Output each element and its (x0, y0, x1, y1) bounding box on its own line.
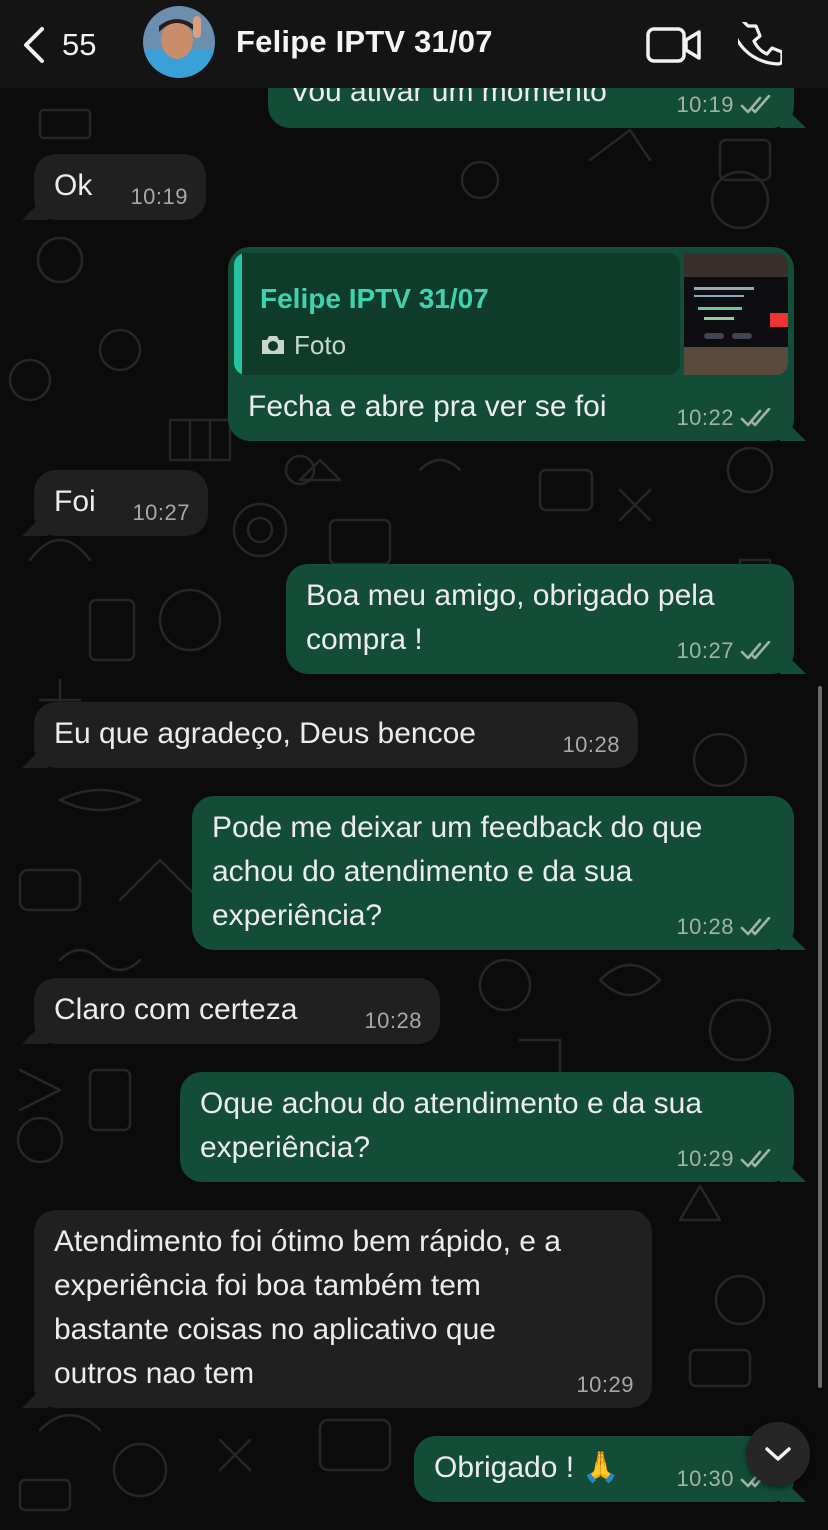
video-camera-icon (646, 27, 701, 63)
double-check-icon (740, 641, 771, 660)
message-incoming[interactable]: Foi 10:27 (34, 470, 208, 536)
message-incoming[interactable]: Ok 10:19 (34, 154, 206, 220)
double-check-icon (740, 95, 771, 114)
message-outgoing[interactable]: Obrigado ! 🙏 10:30 (414, 1436, 794, 1502)
back-button[interactable]: 55 (20, 22, 96, 68)
message-text: Fecha e abre pra ver se foi (248, 390, 607, 423)
unread-count: 55 (62, 27, 97, 62)
message-time: 10:19 (130, 184, 188, 209)
message-meta: 10:28 (562, 732, 620, 758)
avatar[interactable] (143, 6, 215, 78)
camera-icon (262, 336, 284, 354)
message-meta: 10:19 (130, 184, 188, 210)
reply-photo-thumbnail (684, 253, 788, 375)
chat-header: 55 Felipe IPTV 31/07 (0, 0, 828, 88)
double-check-icon (740, 917, 771, 936)
message-text: Ok (54, 169, 93, 202)
message-incoming[interactable]: Eu que agradeço, Deus bencoe 10:28 (34, 702, 638, 768)
message-meta: 10:29 (576, 1372, 634, 1398)
message-incoming[interactable]: Atendimento foi ótimo bem rápido, e a ex… (34, 1210, 652, 1408)
chevron-down-icon (765, 1447, 791, 1461)
reply-accent-bar (234, 253, 242, 375)
message-text: Claro com certeza (54, 993, 298, 1026)
message-outgoing[interactable]: Boa meu amigo, obrigado pela compra ! 10… (286, 564, 794, 674)
reply-quote[interactable]: Felipe IPTV 31/07 Foto (234, 253, 680, 375)
message-meta: 10:22 (676, 405, 772, 431)
message-text: Boa meu amigo, obrigado pela compra ! (306, 579, 715, 656)
message-time: 10:28 (676, 914, 734, 939)
reply-kind-label: Foto (294, 330, 347, 360)
message-text: Obrigado ! 🙏 (434, 1451, 620, 1484)
double-check-icon (740, 1149, 771, 1168)
message-time: 10:22 (676, 405, 734, 430)
scrollbar[interactable] (818, 686, 822, 1388)
message-text: Eu que agradeço, Deus bencoe (54, 717, 476, 750)
message-text: Atendimento foi ótimo bem rápido, e a ex… (54, 1225, 561, 1390)
message-outgoing[interactable]: Oque achou do atendimento e da sua exper… (180, 1072, 794, 1182)
chevron-left-icon (24, 27, 44, 63)
message-text: Pode me deixar um feedback do que achou … (212, 811, 703, 932)
message-text: Foi (54, 485, 96, 518)
phone-icon (738, 22, 782, 66)
voice-call-button[interactable] (738, 22, 782, 66)
message-time: 10:29 (676, 1146, 734, 1171)
message-meta: 10:27 (676, 638, 772, 664)
message-meta: 10:27 (132, 500, 190, 526)
reply-sender-name: Felipe IPTV 31/07 (260, 283, 489, 314)
message-time: 10:19 (676, 92, 734, 117)
message-meta: 10:28 (676, 914, 772, 940)
reply-kind: Foto (260, 323, 346, 367)
message-text: Oque achou do atendimento e da sua exper… (200, 1087, 703, 1164)
message-time: 10:27 (676, 638, 734, 663)
message-incoming[interactable]: Claro com certeza 10:28 (34, 978, 440, 1044)
message-time: 10:29 (576, 1372, 634, 1397)
message-outgoing[interactable]: Pode me deixar um feedback do que achou … (192, 796, 794, 950)
double-check-icon (740, 408, 771, 427)
scroll-to-bottom-button[interactable] (746, 1422, 810, 1486)
contact-name[interactable]: Felipe IPTV 31/07 (236, 24, 493, 60)
message-time: 10:27 (132, 500, 190, 525)
message-time: 10:28 (364, 1008, 422, 1033)
message-time: 10:28 (562, 732, 620, 757)
message-meta: 10:19 (676, 92, 772, 118)
message-meta: 10:29 (676, 1146, 772, 1172)
message-outgoing-reply[interactable]: Felipe IPTV 31/07 Foto Fecha e abre pra … (228, 247, 794, 441)
video-call-button[interactable] (646, 26, 702, 64)
message-time: 10:30 (676, 1466, 734, 1491)
message-meta: 10:28 (364, 1008, 422, 1034)
